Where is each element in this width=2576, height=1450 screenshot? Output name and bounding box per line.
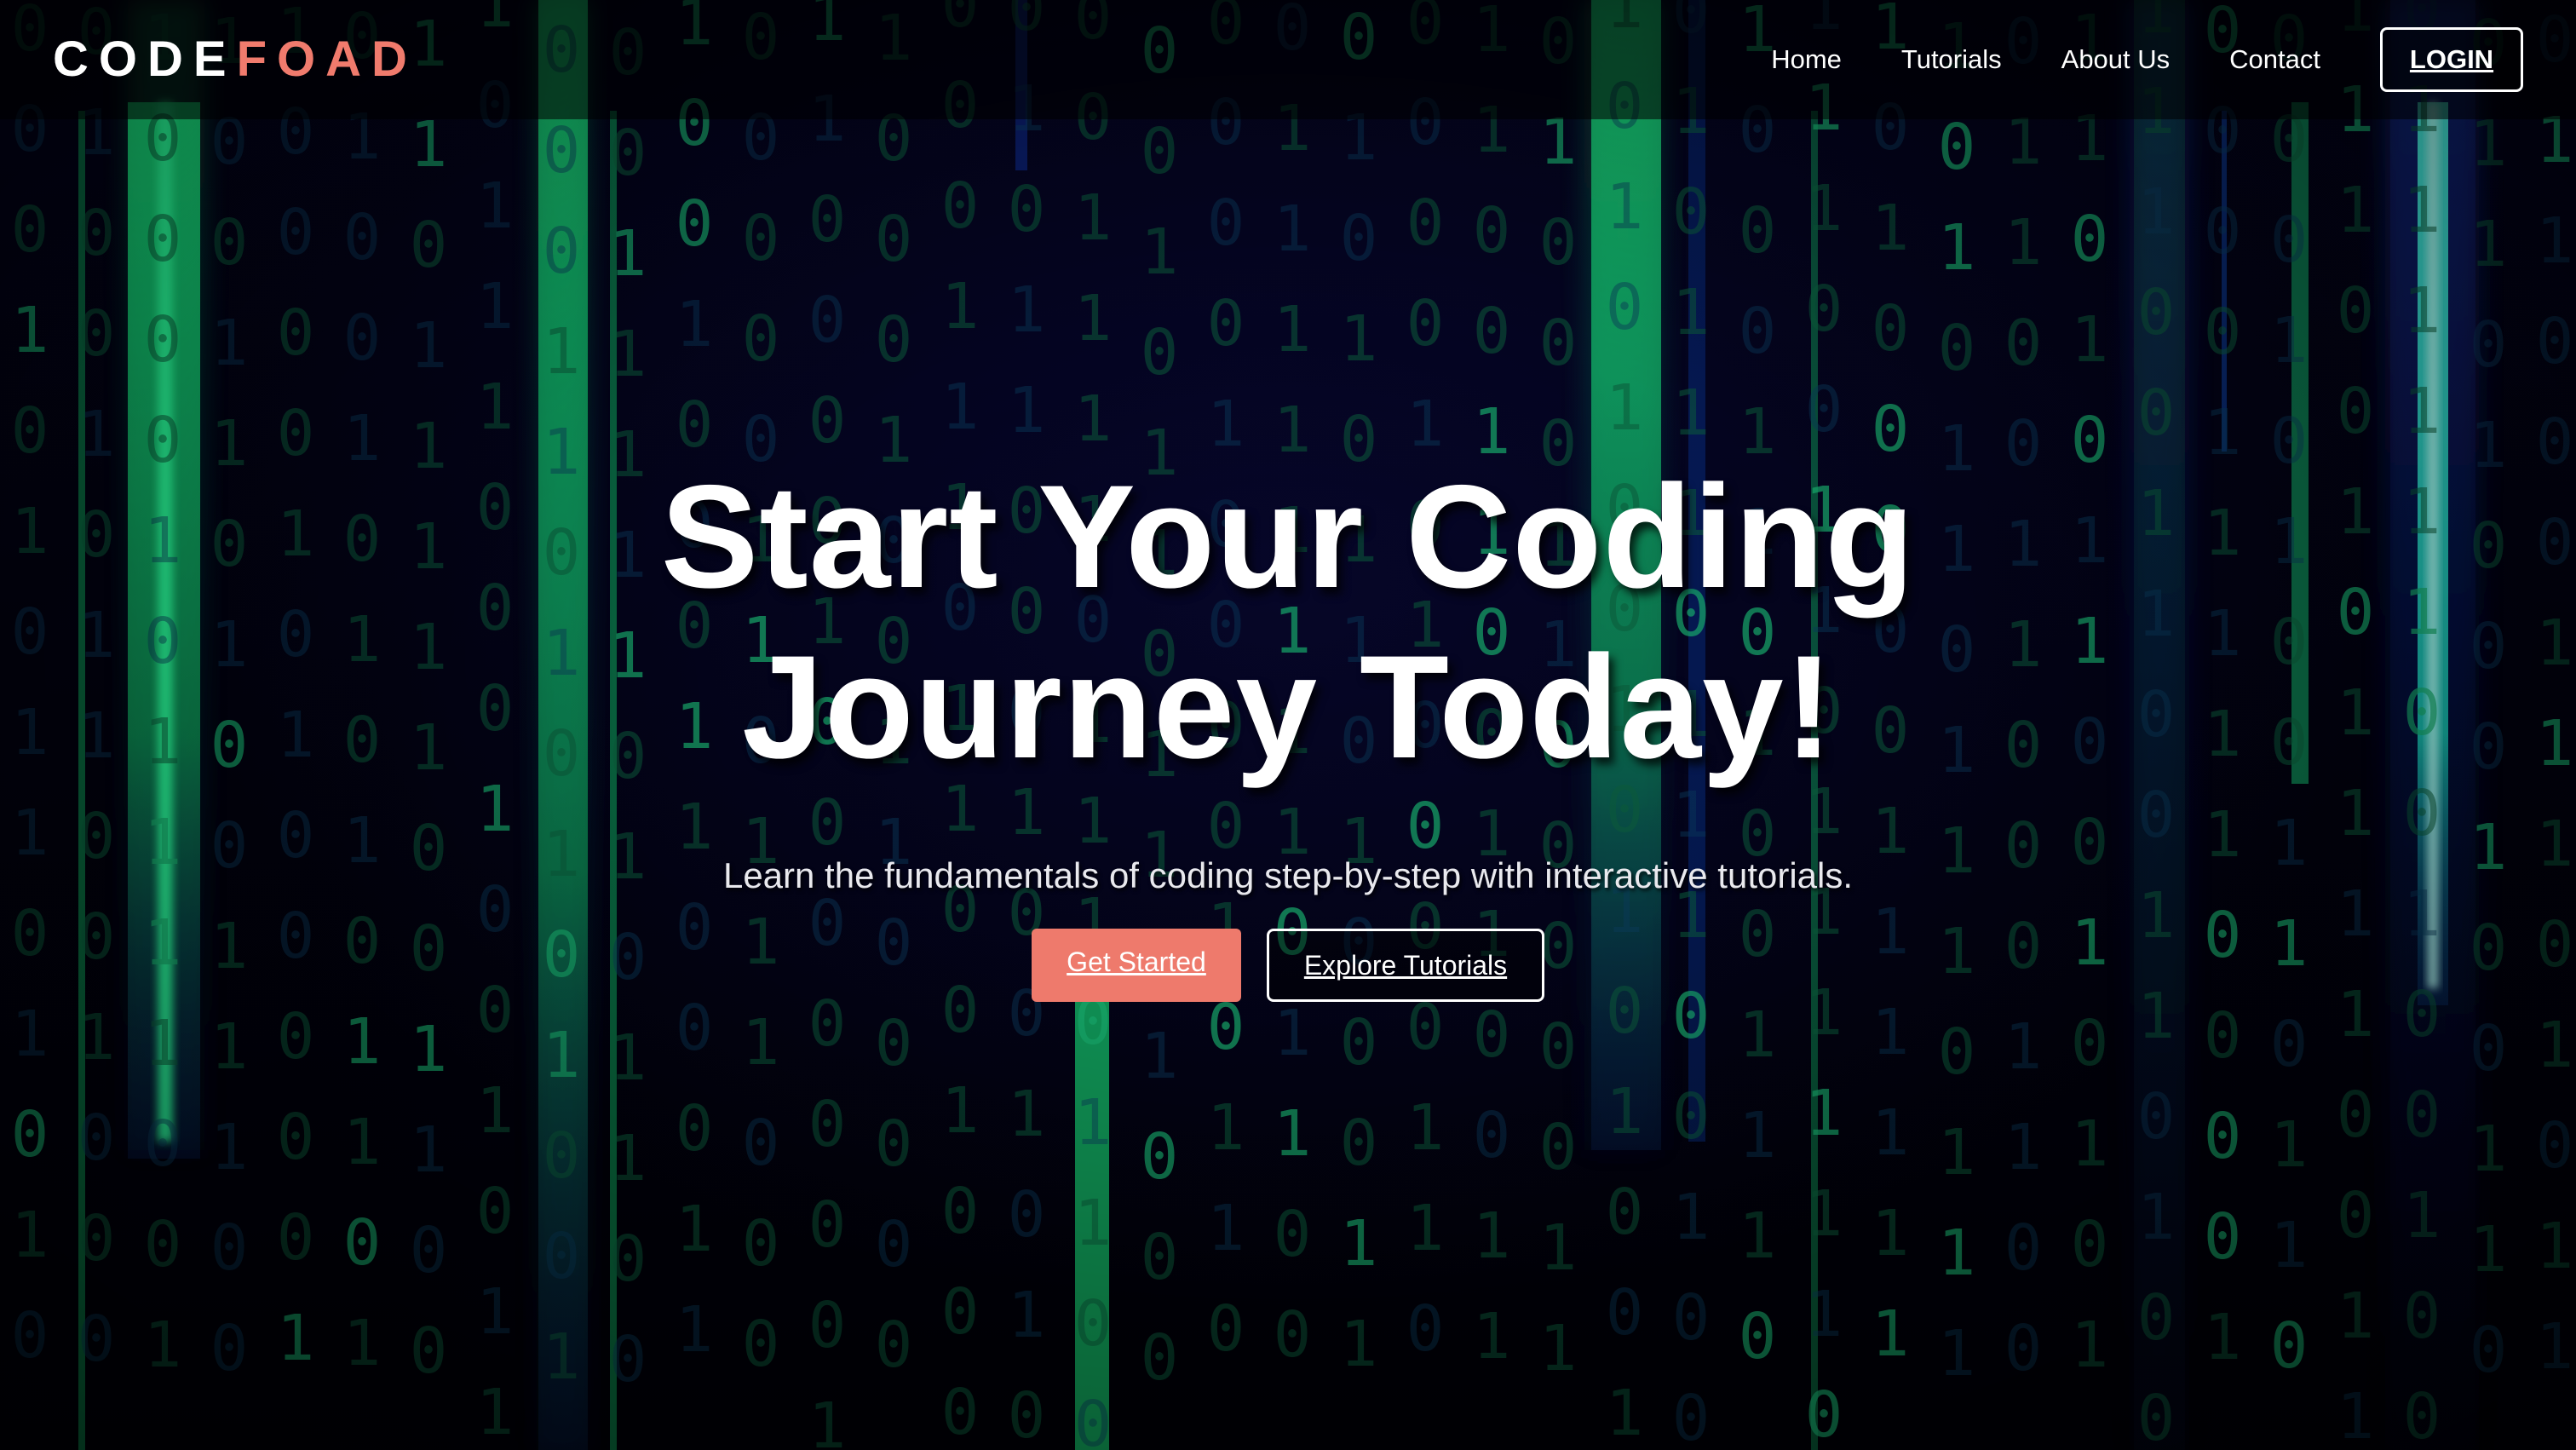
- logo-text-foad: FOAD: [236, 31, 417, 87]
- hero-section: 0001010110101001001011001000100001011110…: [0, 0, 2576, 1450]
- hero-title: Start Your Coding Journey Today!: [607, 452, 1969, 792]
- nav-item-about-us: About Us: [2061, 44, 2171, 75]
- nav-link-tutorials[interactable]: Tutorials: [1901, 44, 2002, 74]
- nav-item-contact: Contact: [2229, 44, 2320, 75]
- login-button[interactable]: LOGIN: [2380, 27, 2523, 92]
- hero-title-line-2: Journey Today!: [742, 625, 1834, 789]
- hero-subtitle: Learn the fundamentals of coding step-by…: [722, 855, 1854, 895]
- cta-button-row: Get Started Explore Tutorials: [1032, 929, 1544, 1002]
- nav-item-tutorials: Tutorials: [1901, 44, 2002, 75]
- nav-links: Home Tutorials About Us Contact: [1771, 44, 2380, 75]
- nav-link-home[interactable]: Home: [1771, 44, 1842, 74]
- nav-right-group: Home Tutorials About Us Contact LOGIN: [1771, 27, 2523, 92]
- nav-item-home: Home: [1771, 44, 1842, 75]
- nav-link-about-us[interactable]: About Us: [2061, 44, 2171, 74]
- explore-tutorials-button[interactable]: Explore Tutorials: [1267, 929, 1544, 1002]
- hero-title-line-1: Start Your Coding: [660, 455, 1916, 619]
- hero-content: Start Your Coding Journey Today! Learn t…: [0, 0, 2576, 1450]
- nav-link-contact[interactable]: Contact: [2229, 44, 2320, 74]
- logo-text-code: CODE: [53, 31, 237, 87]
- site-logo[interactable]: CODE FOAD: [53, 31, 417, 88]
- top-navbar: CODE FOAD Home Tutorials About Us Contac…: [0, 0, 2576, 119]
- get-started-button[interactable]: Get Started: [1032, 929, 1241, 1002]
